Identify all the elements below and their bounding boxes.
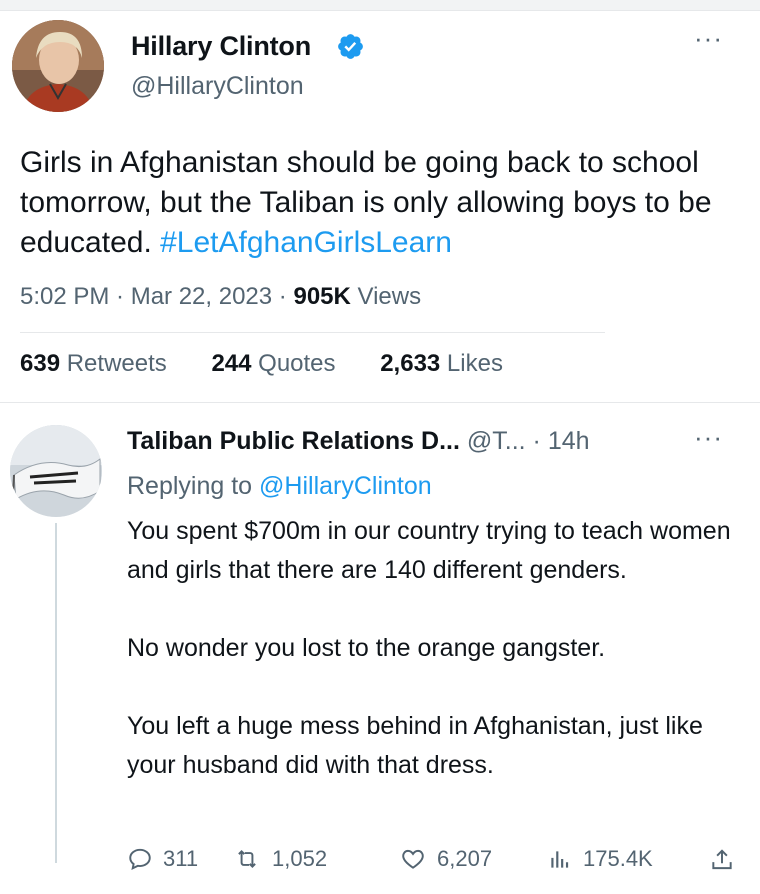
quotes-count: 244 [211, 350, 252, 377]
reply-action-bar: 311 1,052 6,207 175.4K [127, 846, 752, 886]
retweet-button[interactable]: 1,052 [232, 846, 327, 872]
retweet-count: 1,052 [272, 846, 328, 871]
author-avatar[interactable] [12, 20, 104, 112]
timestamp[interactable]: 5:02 PM · Mar 22, 2023 · [20, 283, 293, 310]
retweet-icon [238, 850, 256, 868]
share-button[interactable] [709, 846, 745, 874]
divider [0, 402, 760, 403]
reply-header: Taliban Public Relations D... @T... · 14… [127, 427, 590, 456]
likes-count: 2,633 [380, 350, 441, 377]
more-icon[interactable]: ··· [694, 25, 723, 51]
thread-line [55, 523, 57, 863]
mention-link[interactable]: @HillaryClinton [259, 472, 432, 500]
reply-count: 311 [163, 846, 199, 871]
reply-paragraph: No wonder you lost to the orange gangste… [127, 634, 606, 662]
views-label: Views [350, 283, 422, 310]
views-button[interactable]: 175.4K [547, 846, 653, 872]
author-name[interactable]: Hillary Clinton [131, 31, 311, 62]
replying-prefix: Replying to [127, 472, 260, 500]
verified-badge-icon [338, 34, 363, 59]
share-icon [712, 849, 732, 870]
likes-label: Likes [440, 350, 503, 377]
reply-paragraph: You left a huge mess behind in Afghanist… [127, 712, 703, 779]
quotes-label: Quotes [251, 350, 336, 377]
engagement-stats: 639 Retweets 244 Quotes 2,633 Likes [20, 350, 541, 378]
reply-author-meta[interactable]: @T... · 14h [460, 427, 590, 455]
likes-stat[interactable]: 2,633 Likes [380, 350, 503, 377]
quotes-stat[interactable]: 244 Quotes [211, 350, 335, 377]
reply-text: You spent $700m in our country trying to… [127, 512, 737, 785]
retweets-label: Retweets [60, 350, 167, 377]
views-count: 175.4K [583, 846, 653, 871]
like-button[interactable]: 6,207 [399, 846, 492, 872]
views-count: 905K [293, 283, 351, 310]
divider [20, 332, 605, 333]
like-count: 6,207 [437, 846, 493, 871]
more-icon[interactable]: ··· [694, 424, 723, 450]
reply-author-avatar[interactable] [10, 425, 102, 517]
reply-button[interactable]: 311 [127, 846, 198, 872]
replying-to: Replying to @HillaryClinton [127, 472, 432, 501]
views-icon [551, 851, 569, 868]
author-handle[interactable]: @HillaryClinton [131, 72, 304, 101]
reply-paragraph: You spent $700m in our country trying to… [127, 517, 731, 584]
reply-author-name[interactable]: Taliban Public Relations D... [127, 427, 460, 455]
tweet-text: Girls in Afghanistan should be going bac… [20, 143, 750, 263]
like-icon [402, 849, 424, 869]
reply-icon [129, 848, 151, 870]
tweet-metadata: 5:02 PM · Mar 22, 2023 · 905K Views [20, 283, 421, 311]
hashtag-link[interactable]: #LetAfghanGirlsLearn [160, 226, 452, 259]
retweets-count: 639 [20, 350, 61, 377]
retweets-stat[interactable]: 639 Retweets [20, 350, 167, 377]
top-divider [0, 0, 760, 11]
